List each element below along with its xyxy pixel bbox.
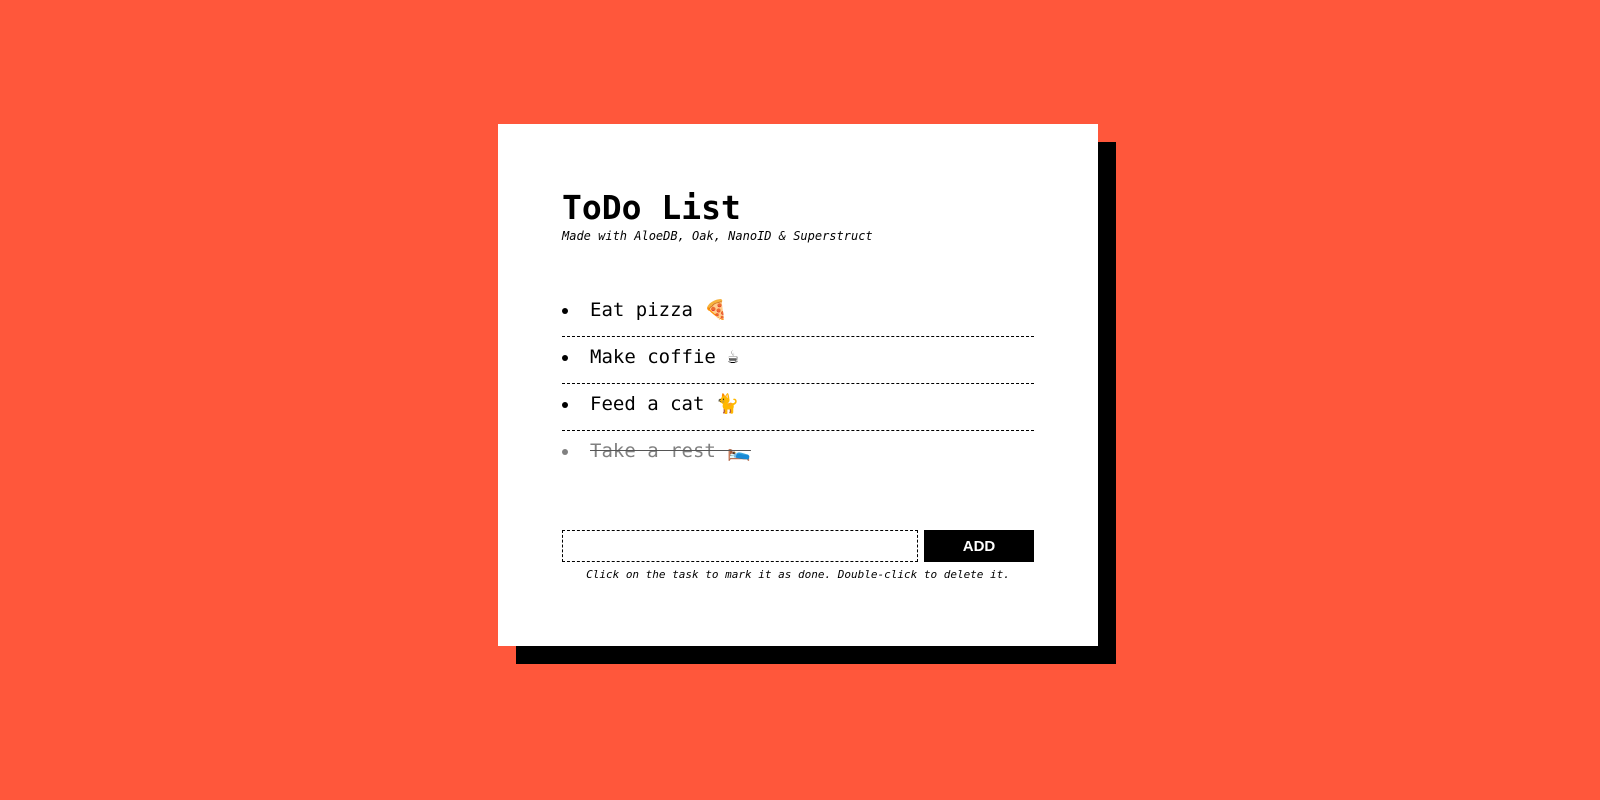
- todo-item-text: Make coffie ☕: [590, 346, 739, 368]
- bullet-icon: [562, 449, 568, 455]
- todo-item[interactable]: Feed a cat 🐈: [562, 384, 1034, 431]
- todo-item[interactable]: Make coffie ☕: [562, 337, 1034, 384]
- todo-item-text: Take a rest 🛌: [590, 440, 751, 462]
- todo-item[interactable]: Eat pizza 🍕: [562, 290, 1034, 337]
- todo-item[interactable]: Take a rest 🛌: [562, 431, 1034, 478]
- new-task-input[interactable]: [562, 530, 918, 562]
- todo-list: Eat pizza 🍕 Make coffie ☕ Feed a cat 🐈 T…: [562, 290, 1034, 478]
- bullet-icon: [562, 308, 568, 314]
- bullet-icon: [562, 402, 568, 408]
- todo-item-text: Feed a cat 🐈: [590, 393, 740, 415]
- page-title: ToDo List: [562, 188, 741, 227]
- todo-card: ToDo List Made with AloeDB, Oak, NanoID …: [498, 124, 1098, 646]
- page-subtitle: Made with AloeDB, Oak, NanoID & Superstr…: [562, 229, 873, 243]
- add-task-button[interactable]: ADD: [924, 530, 1034, 562]
- bullet-icon: [562, 355, 568, 361]
- usage-hint: Click on the task to mark it as done. Do…: [586, 568, 1010, 581]
- todo-item-text: Eat pizza 🍕: [590, 299, 729, 321]
